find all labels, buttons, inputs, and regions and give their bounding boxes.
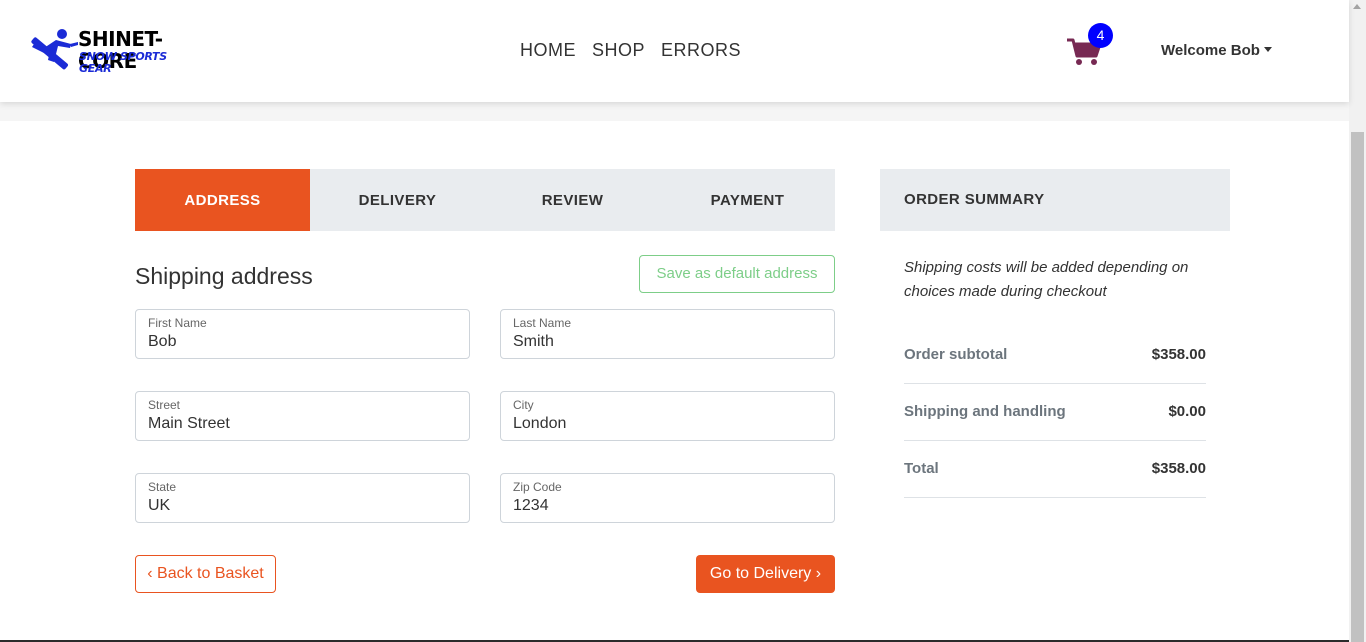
zip-code-field[interactable]: Zip Code 1234 — [500, 473, 835, 523]
chevron-left-icon: ‹ — [147, 565, 153, 582]
field-value: UK — [148, 497, 171, 514]
state-field[interactable]: State UK — [135, 473, 470, 523]
back-to-basket-button[interactable]: ‹ Back to Basket — [135, 555, 276, 593]
tab-payment[interactable]: PAYMENT — [660, 169, 835, 231]
field-label: City — [513, 398, 534, 412]
user-menu[interactable]: Welcome Bob — [1161, 42, 1272, 59]
field-label: First Name — [148, 316, 207, 330]
field-label: State — [148, 480, 177, 494]
go-to-delivery-button[interactable]: Go to Delivery › — [696, 555, 835, 593]
field-label: Last Name — [513, 316, 572, 330]
first-name-field[interactable]: First Name Bob — [135, 309, 470, 359]
summary-label: Shipping and handling — [904, 403, 1066, 420]
scrollbar-thumb[interactable] — [1351, 132, 1364, 642]
summary-value: $0.00 — [1168, 403, 1206, 420]
checkout-steps: ADDRESS DELIVERY REVIEW PAYMENT — [135, 169, 835, 231]
field-value: Main Street — [148, 415, 230, 432]
nav-errors[interactable]: ERRORS — [661, 40, 741, 61]
page: SHINET-CORE SNOW SPORTS GEAR HOME SHOP E… — [0, 0, 1349, 642]
city-field[interactable]: City London — [500, 391, 835, 441]
tab-delivery[interactable]: DELIVERY — [310, 169, 485, 231]
welcome-label: Welcome Bob — [1161, 42, 1260, 59]
cart-count-badge: 4 — [1088, 23, 1113, 48]
summary-label: Total — [904, 460, 939, 477]
tab-address[interactable]: ADDRESS — [135, 169, 310, 231]
summary-value: $358.00 — [1151, 460, 1206, 477]
tab-review[interactable]: REVIEW — [485, 169, 660, 231]
header-divider-strip — [0, 102, 1349, 121]
page-title: Shipping address — [135, 263, 313, 289]
logo[interactable]: SHINET-CORE SNOW SPORTS GEAR — [26, 26, 201, 78]
field-value: London — [513, 415, 567, 432]
main-nav: HOME SHOP ERRORS — [520, 40, 757, 61]
site-header: SHINET-CORE SNOW SPORTS GEAR HOME SHOP E… — [0, 0, 1349, 102]
shipping-note: Shipping costs will be added depending o… — [904, 259, 1189, 300]
street-field[interactable]: Street Main Street — [135, 391, 470, 441]
summary-row-total: Total $358.00 — [904, 441, 1206, 498]
summary-row-shipping: Shipping and handling $0.00 — [904, 384, 1206, 441]
field-value: 1234 — [513, 497, 549, 514]
last-name-field[interactable]: Last Name Smith — [500, 309, 835, 359]
nav-home[interactable]: HOME — [520, 40, 576, 61]
back-button-label: Back to Basket — [157, 565, 264, 582]
vertical-scrollbar[interactable] — [1349, 0, 1366, 642]
caret-down-icon — [1263, 47, 1272, 52]
field-value: Smith — [513, 333, 554, 350]
summary-row-subtotal: Order subtotal $358.00 — [904, 327, 1206, 384]
nav-shop[interactable]: SHOP — [592, 40, 645, 61]
scroll-up-arrow-icon[interactable] — [1353, 4, 1361, 9]
save-default-address-button[interactable]: Save as default address — [639, 255, 835, 293]
field-label: Zip Code — [513, 480, 562, 494]
summary-label: Order subtotal — [904, 346, 1008, 363]
chevron-right-icon: › — [815, 565, 822, 582]
next-button-label: Go to Delivery — [709, 565, 812, 582]
field-value: Bob — [148, 333, 177, 350]
logo-subtitle: SNOW SPORTS GEAR — [79, 50, 167, 75]
field-label: Street — [148, 398, 181, 412]
order-summary-heading: ORDER SUMMARY — [880, 169, 1230, 231]
summary-value: $358.00 — [1151, 346, 1206, 363]
snowboarder-logo-icon — [31, 29, 78, 70]
